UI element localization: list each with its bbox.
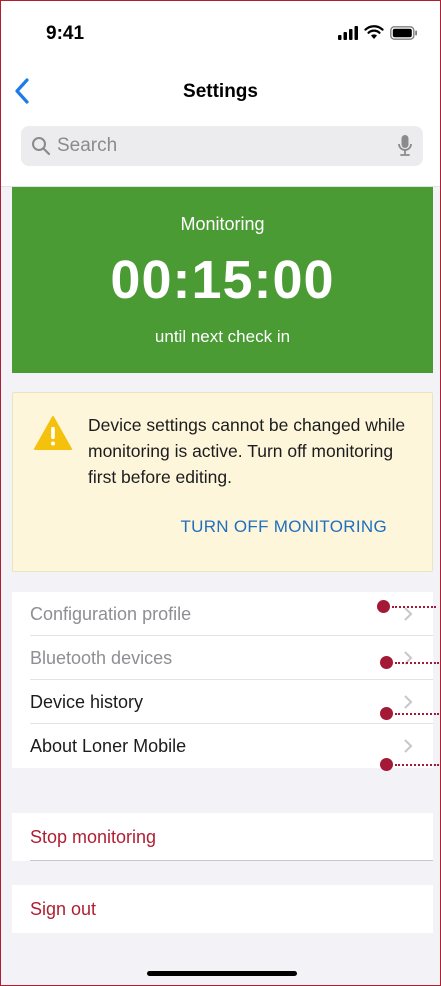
warning-message: Device settings cannot be changed while … (88, 415, 406, 487)
marker-dot (380, 758, 393, 771)
settings-list: Configuration profile Bluetooth devices … (12, 592, 433, 768)
monitoring-subtitle: until next check in (154, 327, 291, 346)
divider (30, 860, 433, 861)
settings-item-label: Device history (30, 691, 144, 712)
sign-out-button[interactable]: Sign out (12, 885, 433, 933)
monitoring-label: Monitoring (180, 214, 265, 234)
monitoring-card: Monitoring 00:15:00 until next check in (12, 187, 433, 373)
top-bar: 9:41 Settings Search (1, 1, 440, 187)
status-time: 9:41 (46, 23, 85, 44)
settings-item-about-loner-mobile[interactable]: About Loner Mobile (12, 724, 433, 768)
marker-leader (395, 661, 439, 664)
chevron-right-icon (404, 739, 413, 753)
annotation-marker (380, 656, 439, 669)
search-input[interactable]: Search (57, 135, 397, 157)
sign-out-label: Sign out (30, 898, 97, 919)
marker-leader (395, 712, 439, 715)
settings-item-configuration-profile[interactable]: Configuration profile (12, 592, 433, 636)
signal-icon (338, 25, 358, 40)
battery-icon (390, 25, 417, 40)
stop-monitoring-label: Stop monitoring (30, 826, 157, 847)
phone-frame: 9:41 Settings Search Monitoring 00:15:00… (0, 0, 441, 986)
search-icon (32, 137, 51, 156)
stop-monitoring-button[interactable]: Stop monitoring (12, 813, 433, 861)
marker-dot (377, 600, 390, 613)
countdown-timer: 00:15:00 (110, 250, 335, 310)
microphone-icon[interactable] (397, 134, 413, 158)
wifi-icon (364, 25, 384, 39)
page-title: Settings (183, 81, 258, 102)
marker-dot (380, 707, 393, 720)
status-icons (338, 25, 418, 40)
settings-item-bluetooth-devices[interactable]: Bluetooth devices (12, 636, 433, 680)
settings-item-label: About Loner Mobile (30, 735, 187, 756)
warning-icon (34, 416, 72, 450)
search-bar[interactable]: Search (21, 126, 423, 166)
annotation-marker (380, 758, 439, 771)
warning-banner: Device settings cannot be changed while … (12, 392, 433, 572)
annotation-marker (377, 600, 436, 613)
settings-item-label: Bluetooth devices (30, 647, 173, 668)
settings-item-label: Configuration profile (30, 603, 192, 624)
turn-off-monitoring-button[interactable]: TURN OFF MONITORING (180, 517, 387, 537)
marker-leader (392, 605, 436, 608)
annotation-marker (380, 707, 439, 720)
home-indicator (147, 971, 297, 976)
marker-leader (395, 763, 439, 766)
marker-dot (380, 656, 393, 669)
settings-item-device-history[interactable]: Device history (12, 680, 433, 724)
